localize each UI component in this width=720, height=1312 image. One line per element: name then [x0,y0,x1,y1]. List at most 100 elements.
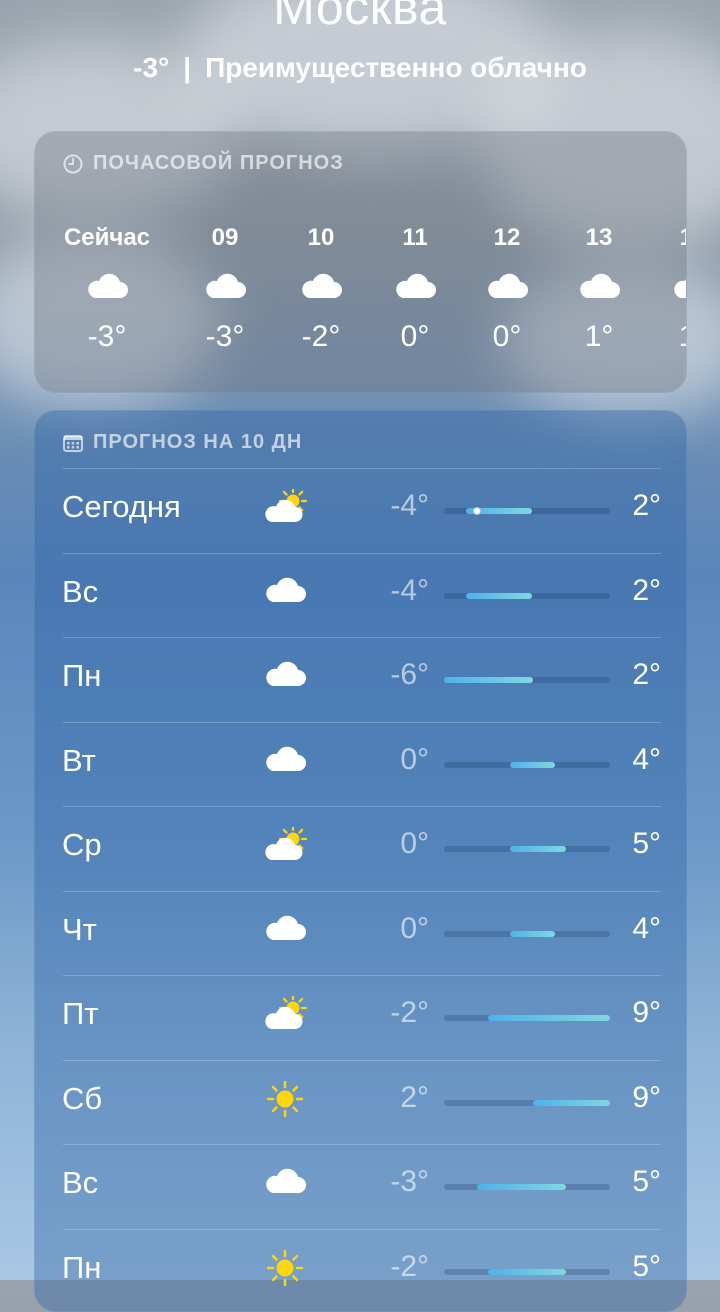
hourly-item: 11 0° [365,224,465,354]
hour-time: Сейчас [57,224,157,252]
clock-icon [63,154,83,174]
current-summary: -3°|Преимущественно облачно [0,52,720,84]
max-temp: 9° [615,1081,661,1115]
temp-range-fill [510,931,554,937]
min-temp: -4° [355,489,429,523]
daily-row[interactable]: Пт -2° 9° [35,976,686,1060]
cloud-icon [85,270,129,300]
temp-range-fill [510,762,554,768]
temp-range-fill [510,846,565,852]
daily-row[interactable]: Вс-3°5° [35,1145,686,1229]
max-temp: 5° [615,827,661,861]
temp-range-bar [444,1015,610,1021]
max-temp: 2° [615,574,661,608]
min-temp: 2° [355,1081,429,1115]
temp-range-fill [466,593,532,599]
hour-temp: 1° [549,320,649,354]
hour-temp: 0° [457,320,557,354]
hour-time: 09 [175,224,275,252]
min-temp: 0° [355,912,429,946]
daily-forecast-title: ПРОГНОЗ НА 10 ДН [93,431,302,454]
min-temp: 0° [355,743,429,777]
temp-range-bar [444,677,610,683]
hour-temp: -3° [57,320,157,354]
hourly-item: 12 0° [457,224,557,354]
max-temp: 5° [615,1165,661,1199]
temp-range-bar [444,508,610,514]
daily-row[interactable]: Пн-6°2° [35,638,686,722]
cloud-icon [485,270,529,300]
hourly-item: 131° [549,224,649,354]
cloud-icon [203,270,247,300]
daily-row[interactable]: Ср0°5° [35,807,686,891]
sun-icon [263,1250,307,1286]
daily-forecast-card[interactable]: ПРОГНОЗ НА 10 ДН Сегодня -4° 2° Вс -4° 2° Пн -6… [34,410,687,1312]
hour-time: 11 [365,224,465,252]
day-label: Вс [62,1165,98,1201]
max-temp: 2° [615,489,661,523]
temp-range-fill [488,1269,566,1275]
min-temp: 0° [355,827,429,861]
temp-range-bar [444,1184,610,1190]
daily-row[interactable]: Сегодня -4° 2° [35,469,686,553]
daily-forecast-header: ПРОГНОЗ НА 10 ДН [63,431,302,454]
cloud-icon [263,658,307,688]
daily-row[interactable]: Вт 0° 4° [35,723,686,807]
cloud-icon [263,743,307,773]
daily-row[interactable]: Пн -2° 5° [35,1230,686,1312]
hour-time: 12 [457,224,557,252]
partly-sunny-icon [263,489,313,525]
daily-row[interactable]: Чт 0° 4° [35,892,686,976]
hourly-forecast-header: ПОЧАСОВОЙ ПРОГНОЗ [63,152,344,175]
cloud-icon [299,270,343,300]
hour-temp: -3° [175,320,275,354]
min-temp: -6° [355,658,429,692]
hourly-item: 09 -3° [175,224,275,354]
summary-separator: | [183,52,191,83]
day-label: Сегодня [62,489,181,525]
max-temp: 5° [615,1250,661,1284]
temp-range-fill [444,677,533,683]
max-temp: 4° [615,912,661,946]
partly-sunny-icon [263,827,313,863]
min-temp: -4° [355,574,429,608]
temp-range-fill [477,1184,566,1190]
calendar-icon [63,434,83,452]
max-temp: 4° [615,743,661,777]
hourly-forecast-card[interactable]: ПОЧАСОВОЙ ПРОГНОЗ Сейчас -3° 09 -3° 10 -2° 11 0… [34,131,687,393]
cloud-icon [393,270,437,300]
day-label: Пн [62,1250,101,1286]
hour-temp: 0° [365,320,465,354]
daily-row[interactable]: Вс-4°2° [35,554,686,638]
cloud-icon [263,912,307,942]
hourly-forecast-title: ПОЧАСОВОЙ ПРОГНОЗ [93,152,344,175]
partly-sunny-icon [263,996,313,1032]
current-temp: -3° [133,52,169,83]
min-temp: -2° [355,1250,429,1284]
temp-range-fill [533,1100,611,1106]
temp-range-bar [444,1269,610,1275]
cloud-icon [263,1165,307,1195]
cloud-icon [577,270,621,300]
cloud-icon [263,574,307,604]
temp-range-fill [488,1015,610,1021]
temp-range-bar [444,762,610,768]
day-label: Пт [62,996,98,1032]
temp-range-bar [444,1100,610,1106]
max-temp: 9° [615,996,661,1030]
max-temp: 2° [615,658,661,692]
hour-time: 14 [643,224,687,252]
hour-temp: -2° [271,320,371,354]
min-temp: -2° [355,996,429,1030]
daily-row[interactable]: Сб2°9° [35,1061,686,1145]
day-label: Чт [62,912,97,948]
hourly-item: Сейчас -3° [57,224,157,354]
temp-range-bar [444,931,610,937]
hourly-item: 141° [643,224,687,354]
temp-range-bar [444,593,610,599]
day-label: Вт [62,743,96,779]
temp-range-bar [444,846,610,852]
cloud-icon [671,270,687,300]
city-name: Москва [0,0,720,36]
hour-time: 10 [271,224,371,252]
